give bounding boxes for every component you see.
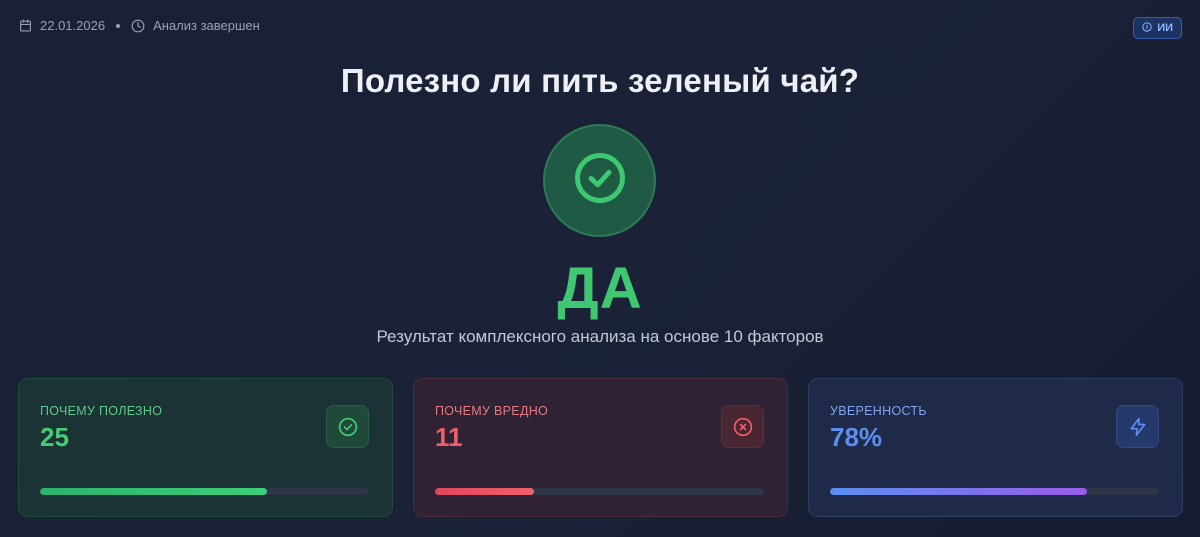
- pros-progress-bar: [40, 488, 369, 495]
- calendar-icon: [19, 19, 32, 32]
- verdict-indicator: [543, 124, 656, 237]
- confidence-card-value: 78%: [830, 422, 883, 452]
- meta-bar: 22.01.2026 Анализ завершен: [19, 18, 260, 33]
- ai-badge: ИИ: [1133, 17, 1182, 39]
- cons-progress-fill: [435, 488, 534, 495]
- check-circle-icon: [326, 405, 369, 448]
- verdict-label: ДА: [557, 256, 643, 321]
- clock-icon: [131, 19, 145, 33]
- separator-dot: [116, 23, 121, 28]
- analysis-date: 22.01.2026: [40, 18, 106, 33]
- confidence-progress-fill: [830, 488, 1087, 495]
- confidence-progress-bar: [830, 488, 1159, 495]
- cons-progress-bar: [435, 488, 764, 495]
- pros-card-label: ПОЧЕМУ ПОЛЕЗНО: [40, 404, 163, 418]
- confidence-card: УВЕРЕННОСТЬ 78%: [808, 378, 1183, 517]
- pros-card-value: 25: [40, 422, 69, 452]
- cons-card-value: 11: [435, 422, 463, 452]
- x-circle-icon: [721, 405, 764, 448]
- cons-card: ПОЧЕМУ ВРЕДНО 11: [413, 378, 788, 517]
- analysis-status: Анализ завершен: [153, 18, 260, 33]
- pros-card: ПОЧЕМУ ПОЛЕЗНО 25: [18, 378, 393, 517]
- pros-progress-fill: [40, 488, 267, 495]
- lightning-icon: [1116, 405, 1159, 448]
- ai-badge-label: ИИ: [1157, 22, 1173, 34]
- info-icon: [1142, 21, 1152, 35]
- confidence-card-label: УВЕРЕННОСТЬ: [830, 404, 927, 418]
- cons-card-label: ПОЧЕМУ ВРЕДНО: [435, 404, 549, 418]
- page-title: Полезно ли пить зеленый чай?: [340, 62, 860, 99]
- check-circle-icon: [573, 151, 627, 210]
- verdict-subtitle: Результат комплексного анализа на основе…: [376, 327, 824, 346]
